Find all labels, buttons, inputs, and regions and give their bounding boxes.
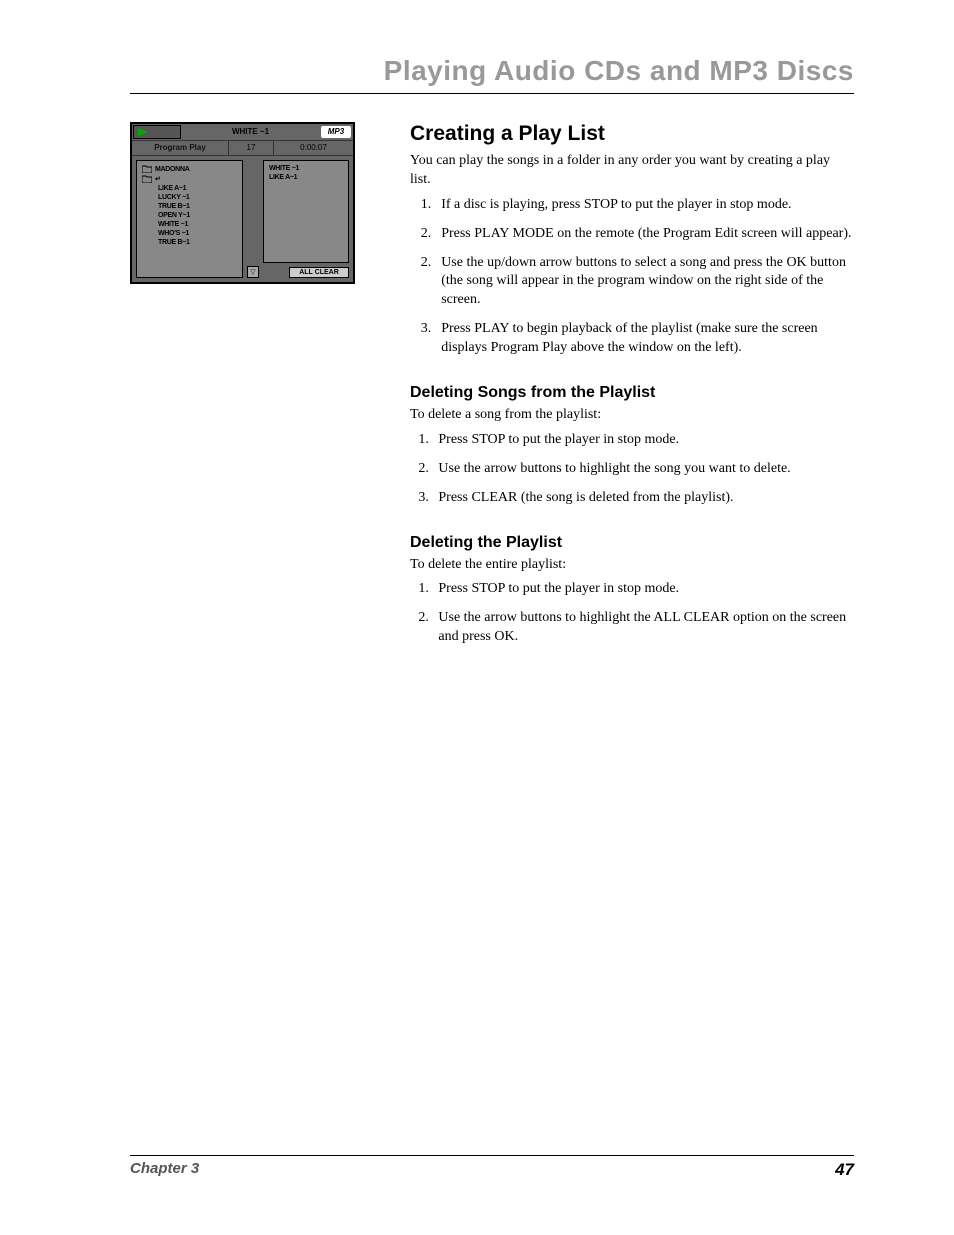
section-heading: Creating a Play List: [410, 122, 854, 146]
step-item: Press STOP to put the player in stop mod…: [432, 431, 854, 450]
list-item: LUCKY ~1: [158, 194, 190, 201]
step-item: Use the arrow buttons to highlight the A…: [432, 609, 854, 647]
time-display: 0:00:07: [274, 141, 353, 155]
page-number: 47: [835, 1160, 854, 1180]
mp3-badge: MP3: [321, 126, 351, 138]
step-item: Press CLEAR (the song is deleted from th…: [432, 489, 854, 508]
list-item: OPEN Y~1: [158, 212, 190, 219]
list-item: LIKE A~1: [158, 185, 186, 192]
list-item: WHITE ~1: [269, 165, 299, 172]
list-item: WHITE ~1: [158, 221, 188, 228]
step-item: 2.Use the up/down arrow buttons to selec…: [410, 254, 854, 311]
list-item: TRUE B~1: [158, 203, 190, 210]
paragraph: To delete a song from the playlist:: [410, 406, 854, 425]
list-item: TRUE B~1: [158, 239, 190, 246]
subsection-heading: Deleting the Playlist: [410, 534, 854, 552]
step-item: Press STOP to put the player in stop mod…: [432, 580, 854, 599]
program-list: WHITE ~1 LIKE A~1: [263, 160, 349, 263]
step-item: Use the arrow buttons to highlight the s…: [432, 460, 854, 479]
step-list: 1.If a disc is playing, press STOP to pu…: [410, 196, 854, 358]
chapter-label: Chapter 3: [130, 1160, 199, 1180]
step-list: Press STOP to put the player in stop mod…: [410, 431, 854, 508]
page-title: Playing Audio CDs and MP3 Discs: [130, 55, 854, 94]
track-number: 17: [228, 141, 274, 155]
folder-icon: [142, 165, 152, 173]
source-list: MADONNA ↵ LIKE A~1 LUCKY ~1 TRUE B~1 OPE…: [136, 160, 243, 278]
player-top-label: WHITE ~1: [182, 124, 319, 140]
list-item: LIKE A~1: [269, 174, 297, 181]
step-item: 1.If a disc is playing, press STOP to pu…: [410, 196, 854, 215]
step-list: Press STOP to put the player in stop mod…: [410, 580, 854, 647]
play-icon: [133, 125, 181, 139]
subsection-heading: Deleting Songs from the Playlist: [410, 384, 854, 402]
list-item: ↵: [155, 175, 161, 183]
scroll-down-icon: ▽: [247, 266, 259, 278]
body-text: Creating a Play List You can play the so…: [400, 122, 854, 657]
mode-label: Program Play: [132, 141, 228, 155]
list-item: MADONNA: [155, 166, 189, 173]
player-screenshot: WHITE ~1 MP3 Program Play 17 0:00:07 MAD…: [130, 122, 355, 284]
step-item: 2.Press PLAY MODE on the remote (the Pro…: [410, 225, 854, 244]
step-item: 3.Press PLAY to begin playback of the pl…: [410, 320, 854, 358]
folder-icon: [142, 175, 152, 183]
list-item: WHO'S ~1: [158, 230, 189, 237]
all-clear-button: ALL CLEAR: [289, 267, 349, 278]
paragraph: To delete the entire playlist:: [410, 556, 854, 575]
paragraph: You can play the songs in a folder in an…: [410, 152, 854, 190]
